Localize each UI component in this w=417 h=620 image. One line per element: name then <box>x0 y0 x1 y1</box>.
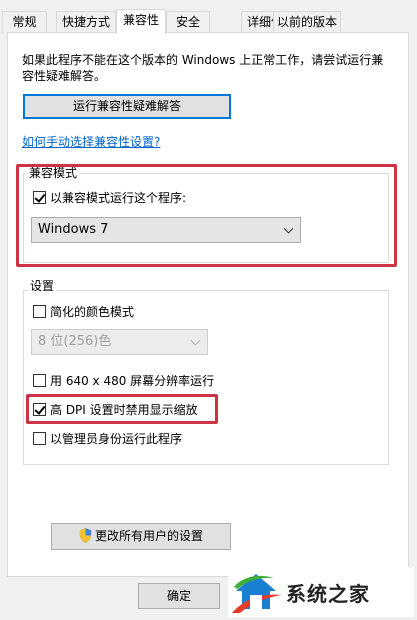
color-mode-select: 8 位(256)色 <box>31 329 208 355</box>
reduced-color-checkbox[interactable] <box>33 304 46 318</box>
reduced-color-row[interactable]: 简化的颜色模式 <box>33 303 134 319</box>
run-admin-label: 以管理员身份运行此程序 <box>50 431 183 446</box>
tab-security[interactable]: 安全 <box>166 11 210 33</box>
tab-shortcut[interactable]: 快捷方式 <box>56 11 116 33</box>
house-logo-icon <box>230 572 282 613</box>
run-admin-row[interactable]: 以管理员身份运行此程序 <box>33 430 182 446</box>
description-text: 如果此程序不能在这个版本的 Windows 上正常工作，请尝试运行兼容性疑难解答… <box>22 53 384 83</box>
tab-strip: 常规 快捷方式 兼容性 安全 详细信息 以前的版本 <box>0 9 417 34</box>
ok-button[interactable]: 确定 <box>138 583 220 609</box>
reduced-color-label: 简化的颜色模式 <box>50 304 135 319</box>
watermark-text: 系统之家 <box>286 581 370 606</box>
run-admin-checkbox[interactable] <box>33 431 46 445</box>
high-dpi-highlight <box>26 394 218 424</box>
tab-general[interactable]: 常规 <box>2 11 47 33</box>
low-res-row[interactable]: 用 640 x 480 屏幕分辨率运行 <box>33 372 214 388</box>
change-all-users-label: 更改所有用户的设置 <box>94 529 203 543</box>
watermark: 系统之家 <box>228 567 414 617</box>
run-troubleshooter-button[interactable]: 运行兼容性疑难解答 <box>23 94 231 119</box>
color-mode-value: 8 位(256)色 <box>38 334 112 349</box>
chevron-down-icon <box>190 335 201 346</box>
tab-compatibility[interactable]: 兼容性 <box>116 9 166 34</box>
low-res-checkbox[interactable] <box>33 373 46 387</box>
uac-shield-icon <box>79 528 92 543</box>
tab-previous-versions[interactable]: 以前的版本 <box>273 11 341 33</box>
low-res-label: 用 640 x 480 屏幕分辨率运行 <box>50 373 215 388</box>
change-all-users-button[interactable]: 更改所有用户的设置 <box>51 523 231 550</box>
settings-legend: 设置 <box>28 279 57 293</box>
manual-settings-link[interactable]: 如何手动选择兼容性设置? <box>22 133 160 150</box>
compat-mode-highlight <box>16 164 397 267</box>
